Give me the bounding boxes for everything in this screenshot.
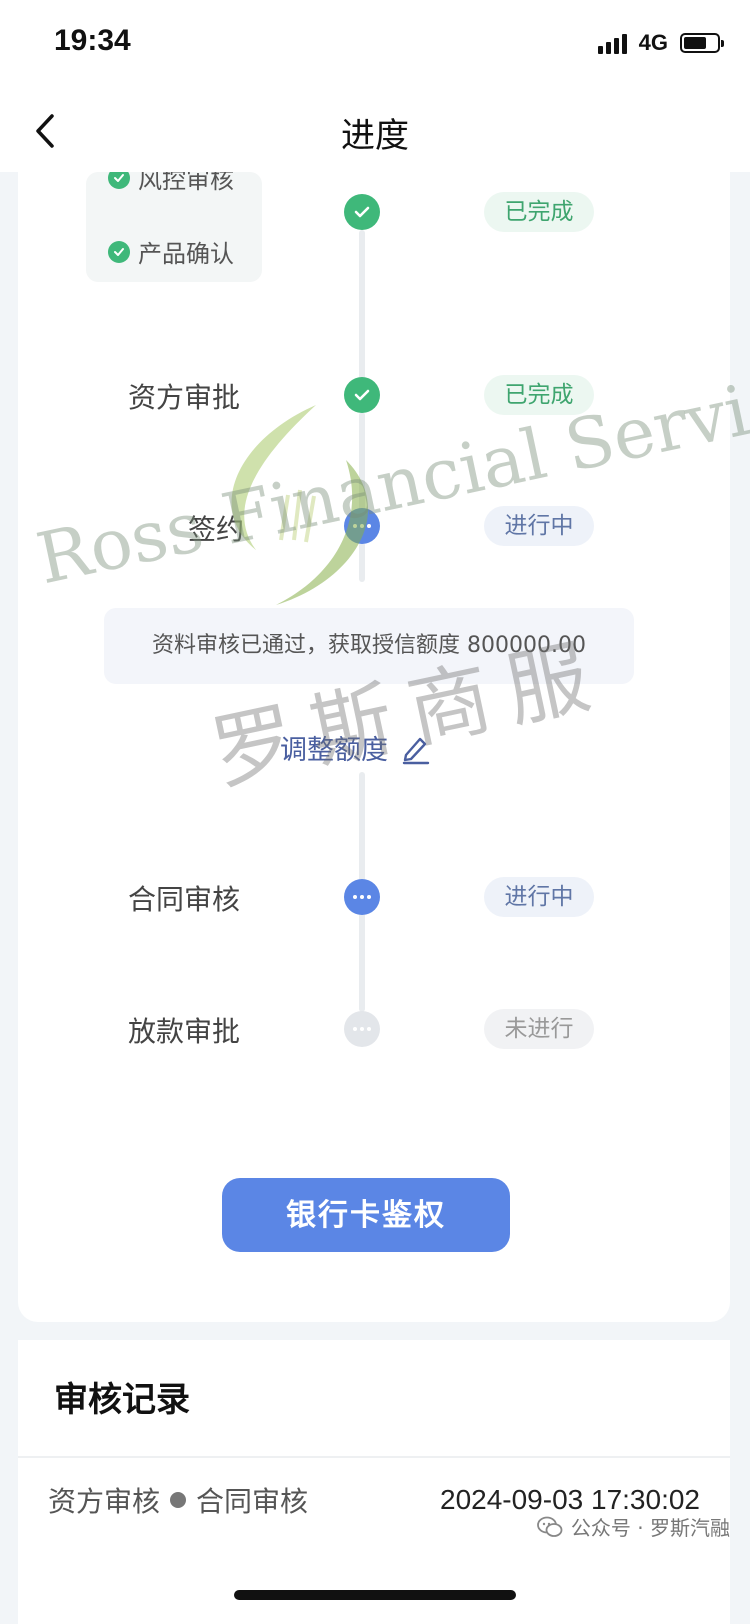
timeline-connector xyxy=(359,230,365,390)
step-done-icon xyxy=(344,377,380,413)
nav-bar: 进度 xyxy=(0,90,750,172)
wechat-credit-text: 公众号 · 罗斯汽融 xyxy=(570,1516,730,1540)
step-done-icon xyxy=(344,194,380,230)
record-from-step: 资方审核 xyxy=(48,1485,161,1518)
divider xyxy=(18,1456,730,1458)
step-status-badge: 进行中 xyxy=(484,506,594,546)
timeline-connector xyxy=(359,912,365,1012)
record-to-step: 合同审核 xyxy=(196,1485,309,1518)
check-icon xyxy=(108,240,130,263)
step-in-progress-icon xyxy=(344,508,380,544)
review-records-card: 审核记录 资方审核 合同审核 2024-09-03 17:30:02 xyxy=(18,1340,730,1624)
substep-risk-review: 风控审核 xyxy=(108,172,234,195)
battery-fill xyxy=(684,37,706,49)
home-indicator xyxy=(234,1590,516,1600)
wechat-credit: 公众号 · 罗斯汽融 xyxy=(537,1512,730,1541)
status-indicators: 4G xyxy=(597,30,724,56)
step-label-signing: 签约 xyxy=(188,513,245,546)
signal-icon xyxy=(597,32,627,54)
network-type: 4G xyxy=(638,30,668,55)
bank-card-auth-button[interactable]: 银行卡鉴权 xyxy=(222,1178,510,1252)
progress-card: 风控审核 产品确认 已完成 资方审批 已完成 签约 进行中 资料审核已通过，获取… xyxy=(18,172,730,1322)
battery-icon xyxy=(680,33,724,53)
substep-product-confirm: 产品确认 xyxy=(108,234,234,269)
step-pending-icon xyxy=(344,1011,380,1047)
timeline-connector xyxy=(359,542,365,582)
substep-label: 产品确认 xyxy=(138,240,234,268)
page-title: 进度 xyxy=(341,116,409,156)
adjust-credit-label: 调整额度 xyxy=(280,735,388,766)
step-status-badge: 已完成 xyxy=(484,375,594,415)
timeline-connector xyxy=(359,772,365,882)
step-label-contract-review: 合同审核 xyxy=(128,883,241,916)
battery-tip xyxy=(721,40,724,47)
review-records-title: 审核记录 xyxy=(54,1380,190,1420)
step-label-disbursement-approval: 放款审批 xyxy=(128,1015,241,1048)
screen: 19:34 4G 进度 风控审核 产品确认 已完成 资方审批 已完成 签约 进行… xyxy=(0,0,750,1624)
record-steps: 资方审核 合同审核 xyxy=(48,1480,308,1520)
step-in-progress-icon xyxy=(344,879,380,915)
timeline-connector xyxy=(359,412,365,512)
substep-label: 风控审核 xyxy=(138,172,234,194)
credit-info-box: 资料审核已通过，获取授信额度 800000.00 xyxy=(104,608,634,684)
step-status-badge: 未进行 xyxy=(484,1009,594,1049)
wechat-icon xyxy=(537,1516,563,1537)
status-time: 19:34 xyxy=(54,24,131,57)
adjust-credit-link[interactable]: 调整额度 xyxy=(280,728,432,767)
check-icon xyxy=(108,172,130,189)
step-status-badge: 进行中 xyxy=(484,877,594,917)
pencil-icon xyxy=(402,737,430,764)
step-status-badge: 已完成 xyxy=(484,192,594,232)
step-label-funder-approval: 资方审批 xyxy=(128,381,241,414)
bullet-icon xyxy=(170,1492,187,1508)
status-bar: 19:34 4G xyxy=(0,0,750,90)
